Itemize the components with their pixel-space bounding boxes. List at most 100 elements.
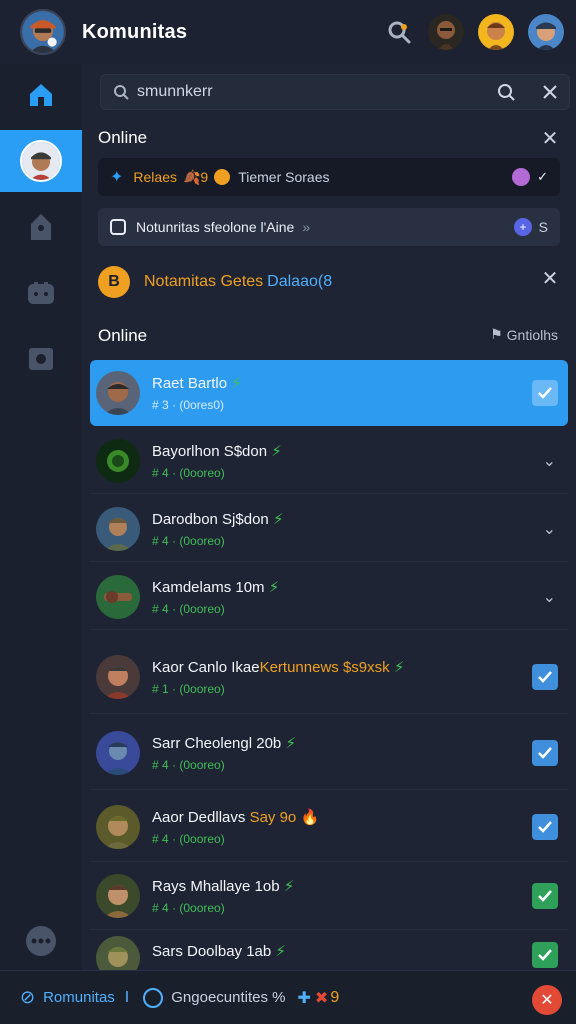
member-name: Sarr Cheolengl 20b bbox=[152, 734, 282, 752]
people-icon: ⚑ bbox=[490, 326, 503, 342]
search-input[interactable] bbox=[137, 83, 467, 101]
groups-link[interactable]: ⚑ Gntiolhs bbox=[490, 326, 558, 343]
member-row[interactable]: Darodbon Sj$don ⚡ # 4 · (0ooreo) ⌄ bbox=[90, 496, 568, 562]
notice-count: S bbox=[538, 219, 548, 235]
plus-icon[interactable]: + bbox=[514, 218, 532, 236]
notice-row-1[interactable]: ✦ Relaes 🍂9 Tiemer Soraes ✓ bbox=[98, 158, 560, 196]
flame-icon: 🔥 bbox=[300, 808, 320, 826]
member-row[interactable]: Sars Doolbay 1ab ⚡ bbox=[90, 930, 568, 970]
notice-text: Notunritas sfeolone l'Aine bbox=[136, 219, 295, 235]
notice-emoji: 🍂9 bbox=[183, 168, 209, 185]
chevron-down-icon[interactable]: ⌄ bbox=[543, 451, 556, 471]
guild-icon[interactable] bbox=[0, 196, 82, 258]
gamepad-icon: ✚ bbox=[297, 989, 311, 1007]
member-row[interactable]: Bayorlhon S$don ⚡ # 4 · (0ooreo) ⌄ bbox=[90, 428, 568, 494]
member-meta: # 3 · (0ores0) bbox=[152, 398, 225, 412]
member-name: Darodbon Sj$don bbox=[152, 510, 269, 528]
profile-avatar[interactable] bbox=[20, 9, 66, 55]
member-avatar bbox=[96, 654, 140, 699]
close-icon[interactable]: ✕ bbox=[532, 985, 562, 1015]
coin-icon bbox=[214, 169, 231, 185]
friend-avatar-3[interactable] bbox=[528, 14, 564, 50]
friend-avatar-2[interactable] bbox=[478, 14, 514, 50]
member-meta: # 4 · (0ooreo) bbox=[152, 900, 225, 915]
close-icon[interactable]: ✕ bbox=[538, 126, 562, 150]
member-checkbox[interactable] bbox=[532, 942, 558, 968]
member-row[interactable]: Raet Bartlo ⚡ # 3 · (0ores0) bbox=[90, 360, 568, 426]
footer-count: 9 bbox=[330, 988, 340, 1006]
member-avatar bbox=[96, 371, 140, 415]
lightning-icon: ⚡ bbox=[283, 877, 295, 895]
online-list-title: Online bbox=[98, 326, 148, 345]
clear-search-icon[interactable] bbox=[543, 85, 557, 99]
close-icon[interactable]: ✕ bbox=[538, 266, 562, 290]
member-avatar bbox=[96, 873, 140, 918]
member-meta: # 4 · (0ooreo) bbox=[152, 533, 225, 548]
member-name: Rays Mhallaye 1ob bbox=[152, 877, 280, 895]
app-title: Komunitas bbox=[82, 20, 188, 43]
member-name: Bayorlhon S$don bbox=[152, 442, 268, 460]
member-meta: # 1 · (0ooreo) bbox=[152, 681, 225, 696]
footer-separator: I bbox=[124, 988, 130, 1006]
notice-text-orange: Notamitas Getes bbox=[144, 273, 264, 290]
footer-link-groups[interactable]: Gngoecuntites % bbox=[171, 989, 285, 1006]
member-row[interactable]: Rays Mhallaye 1ob ⚡ # 4 · (0ooreo) bbox=[90, 862, 568, 930]
member-row[interactable]: Kamdelams 10m ⚡ # 4 · (0ooreo) ⌄ bbox=[90, 564, 568, 630]
member-name-highlight: Kertunnews $s9xsk bbox=[259, 658, 390, 676]
lightning-icon: ⚡ bbox=[285, 734, 296, 752]
member-meta: # 4 · (0ooreo) bbox=[152, 601, 225, 616]
controller-icon[interactable] bbox=[0, 262, 82, 324]
member-checkbox[interactable] bbox=[532, 663, 558, 690]
member-avatar bbox=[96, 730, 140, 775]
search-icon bbox=[114, 85, 129, 100]
chevron-down-icon[interactable]: ⌄ bbox=[543, 519, 556, 539]
lightning-icon: ⚡ bbox=[272, 510, 284, 528]
notice-row-3[interactable]: B Notamitas Getes Dalaao(8 bbox=[98, 260, 560, 304]
search-submit-icon[interactable] bbox=[497, 83, 515, 101]
community-logo-icon: ⊘ bbox=[20, 987, 36, 1007]
member-checkbox[interactable] bbox=[532, 739, 558, 766]
member-name: Sars Doolbay 1ab bbox=[152, 943, 272, 960]
member-meta: # 4 · (0ooreo) bbox=[152, 465, 225, 480]
member-checkbox[interactable] bbox=[532, 882, 558, 909]
groups-label: Gntiolhs bbox=[506, 326, 558, 343]
main-panel: Online ✕ ✦ Relaes 🍂9 Tiemer Soraes ✓ Not… bbox=[82, 64, 576, 970]
chevron-down-icon[interactable]: ⌄ bbox=[543, 587, 556, 607]
pin-icon: ✦ bbox=[110, 169, 124, 186]
notice-text-blue: Dalaao(8 bbox=[267, 273, 333, 290]
home-icon[interactable] bbox=[0, 64, 82, 126]
member-name-highlight: Say 9o bbox=[249, 808, 297, 826]
chevron-down-icon[interactable]: ✓ bbox=[537, 169, 548, 185]
notice-row-2[interactable]: Notunritas sfeolone l'Aine » + S bbox=[98, 208, 560, 246]
search-bar bbox=[100, 74, 570, 110]
member-row[interactable]: Kaor Canlo IkaeKertunnews $s9xsk ⚡ # 1 · … bbox=[90, 640, 568, 714]
more-icon[interactable] bbox=[0, 910, 82, 972]
member-checkbox[interactable] bbox=[532, 380, 558, 406]
member-row[interactable]: Aaor Dedllavs Say 9o 🔥 # 4 · (0ooreo) bbox=[90, 792, 568, 862]
search-icon[interactable] bbox=[384, 17, 414, 47]
member-name: Kamdelams 10m bbox=[152, 578, 265, 596]
member-name: Aaor Dedllavs bbox=[152, 808, 246, 826]
sidebar bbox=[0, 64, 82, 970]
online-section-title: Online bbox=[98, 128, 148, 147]
notice-tail: Tiemer Soraes bbox=[238, 169, 330, 185]
media-icon[interactable] bbox=[0, 328, 82, 390]
footer-link-community[interactable]: Romunitas bbox=[43, 989, 115, 1006]
member-checkbox[interactable] bbox=[532, 813, 558, 840]
bottom-bar: ⊘ Romunitas I Gngoecuntites % ✚ ✖ 9 ✕ bbox=[0, 970, 576, 1024]
member-row[interactable]: Sarr Cheolengl 20b ⚡ # 4 · (0ooreo) bbox=[90, 716, 568, 790]
friend-avatar-1[interactable] bbox=[428, 14, 464, 50]
top-actions bbox=[384, 14, 564, 50]
community-avatar bbox=[20, 140, 62, 182]
member-avatar bbox=[96, 574, 140, 619]
lightning-icon: ⚡ bbox=[268, 578, 280, 596]
globe-icon bbox=[143, 987, 164, 1008]
bitcoin-icon: B bbox=[98, 266, 130, 298]
member-meta: # 4 · (0ooreo) bbox=[152, 831, 225, 846]
sidebar-item-community[interactable] bbox=[0, 130, 82, 192]
double-arrow-icon: » bbox=[302, 219, 311, 235]
member-avatar bbox=[96, 936, 140, 970]
status-dot-icon bbox=[512, 168, 530, 186]
notice-text: Relaes bbox=[133, 169, 177, 185]
member-name: Raet Bartlo bbox=[152, 375, 228, 392]
